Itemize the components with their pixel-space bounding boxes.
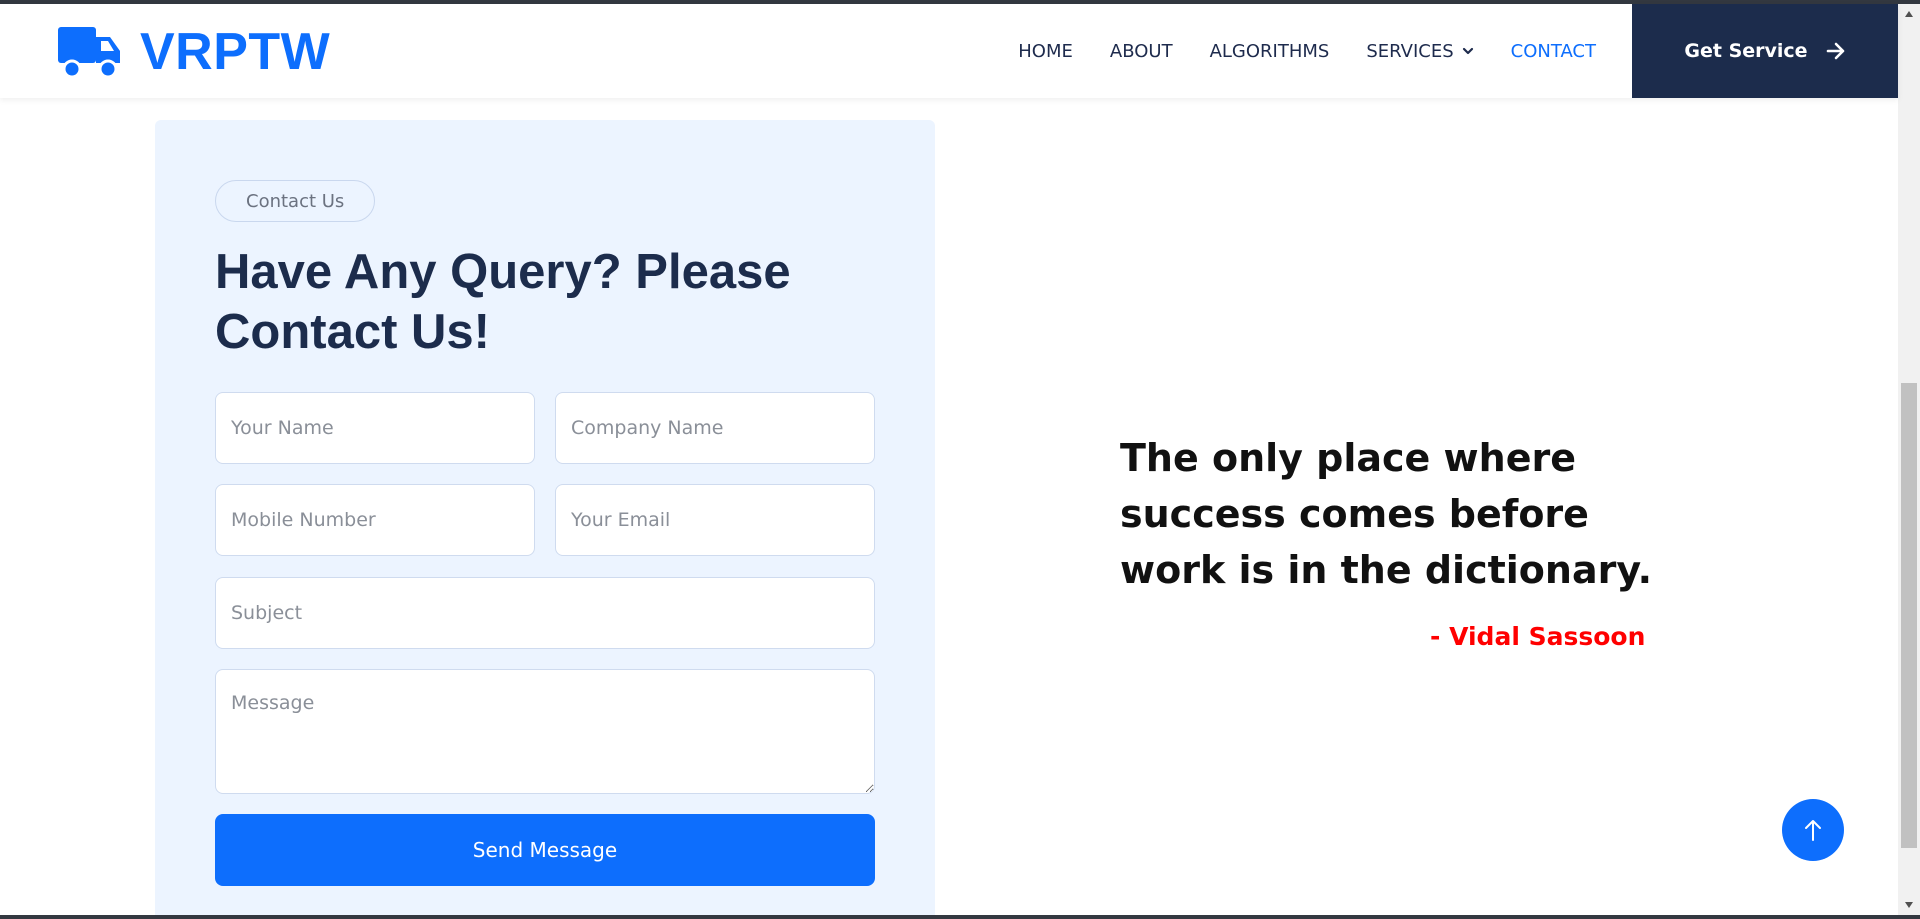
nav-services[interactable]: SERVICES: [1366, 41, 1473, 62]
send-message-button[interactable]: Send Message: [215, 814, 875, 886]
quote-text: The only place where success comes befor…: [1120, 436, 1653, 592]
quote-author: - Vidal Sassoon: [1430, 622, 1646, 651]
mobile-input[interactable]: [215, 484, 535, 556]
nav-about[interactable]: ABOUT: [1110, 41, 1173, 62]
scroll-down-arrow[interactable]: [1898, 895, 1920, 915]
contact-us-pill: Contact Us: [215, 180, 376, 222]
triangle-down-icon: [1905, 902, 1913, 908]
contact-heading: Have Any Query? Please Contact Us!: [215, 245, 791, 359]
main-nav: HOME ABOUT ALGORITHMS SERVICES CONTACT: [981, 4, 1596, 98]
scrollbar-thumb[interactable]: [1901, 383, 1917, 848]
email-input[interactable]: [555, 484, 875, 556]
get-service-label: Get Service: [1684, 40, 1808, 62]
company-input[interactable]: [555, 392, 875, 464]
triangle-up-icon: [1905, 11, 1913, 17]
nav-algorithms[interactable]: ALGORITHMS: [1210, 41, 1330, 62]
arrow-up-icon: [1805, 820, 1821, 841]
nav-home[interactable]: HOME: [1018, 41, 1073, 62]
nav-services-label: SERVICES: [1366, 40, 1454, 62]
truck-icon: [58, 27, 120, 79]
nav-contact[interactable]: CONTACT: [1511, 41, 1596, 62]
subject-input[interactable]: [215, 577, 875, 649]
arrow-right-icon: [1826, 42, 1844, 60]
brand-name: VRPTW: [140, 23, 331, 81]
brand-logo[interactable]: VRPTW: [58, 22, 330, 82]
window-bottom-border: [0, 915, 1920, 919]
back-to-top-button[interactable]: [1782, 799, 1844, 861]
message-textarea[interactable]: [215, 669, 875, 794]
scroll-up-arrow[interactable]: [1898, 4, 1920, 24]
name-input[interactable]: [215, 392, 535, 464]
contact-form-panel: Contact Us Have Any Query? Please Contac…: [155, 120, 935, 919]
navbar: VRPTW HOME ABOUT ALGORITHMS SERVICES CON…: [0, 4, 1898, 98]
get-service-button[interactable]: Get Service: [1632, 4, 1898, 98]
chevron-down-icon: [1462, 47, 1473, 55]
